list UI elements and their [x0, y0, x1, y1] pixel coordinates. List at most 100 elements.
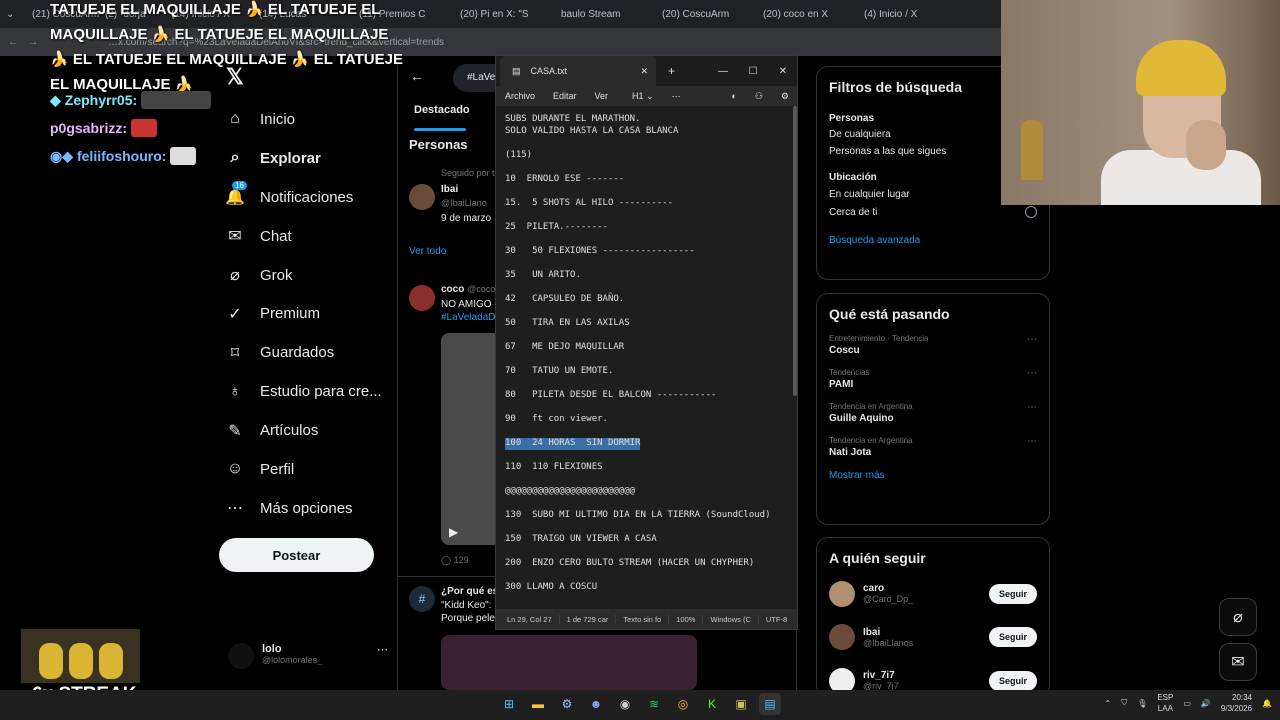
copilot-icon[interactable]: ◐	[731, 91, 736, 101]
notification-icon[interactable]: 🔔	[1262, 699, 1272, 708]
menu-archivo[interactable]: Archivo	[505, 91, 535, 101]
notepad-tab[interactable]: ▤ CASA.txt ✕	[500, 56, 656, 86]
advanced-search-link[interactable]: Búsqueda avanzada	[817, 221, 1049, 256]
follow-button[interactable]: Seguir	[988, 583, 1037, 604]
shield-icon[interactable]: ⛉	[1121, 698, 1127, 708]
volume-icon[interactable]: 🔊	[1201, 699, 1211, 708]
reply-count[interactable]: ◯ 129	[441, 555, 469, 566]
chrome-icon[interactable]: ◎	[672, 693, 694, 715]
forward-icon[interactable]: →	[28, 37, 38, 48]
tab-destacado[interactable]: Destacado	[414, 104, 470, 116]
suggested-user[interactable]: caro @Caro_Dp_ Seguir	[817, 572, 1049, 616]
language-indicator[interactable]: ESP LAA	[1157, 692, 1173, 714]
follow-button[interactable]: Seguir	[988, 670, 1037, 691]
sidebar-item-explorar[interactable]: ⌕ Explorar	[224, 139, 394, 178]
sidebar-item-grok[interactable]: ⌀ Grok	[224, 256, 394, 295]
trend-item[interactable]: Tendencias PAMI ⋯	[817, 362, 1049, 396]
microphone-icon[interactable]: 🎙	[1137, 699, 1147, 708]
sidebar-item-label: Chat	[260, 227, 292, 245]
tweet-hashtag[interactable]: #LaVeladaD	[441, 312, 496, 323]
spotify-icon[interactable]: ≋	[643, 693, 665, 715]
close-tab-icon[interactable]: ✕	[640, 66, 648, 77]
tweet-video[interactable]: ▶	[441, 333, 501, 545]
app-icon[interactable]: ▣	[730, 693, 752, 715]
tab-menu[interactable]: ⌄	[0, 0, 26, 28]
suggested-user[interactable]: Ibai @IbaiLlanos Seguir	[817, 616, 1049, 660]
chat-user: Zephyrr05:	[64, 92, 138, 108]
browser-tab[interactable]: (20) coco en X	[757, 0, 858, 28]
discord-icon[interactable]: ☻	[585, 693, 607, 715]
notepad-icon[interactable]: ▤	[759, 693, 781, 715]
desktop: ⌄ (21) CoscuArm… (2) ·dorja (14) Inicio …	[0, 0, 1280, 720]
show-more-link[interactable]: Mostrar más	[817, 464, 1049, 491]
premium-icon: ✓	[228, 305, 242, 323]
play-icon[interactable]: ▶	[449, 525, 458, 539]
sidebar-item-inicio[interactable]: ⌂ Inicio	[224, 100, 394, 139]
more-icon[interactable]: ⋯	[377, 643, 388, 673]
sidebar-item-premium[interactable]: ✓ Premium	[224, 294, 394, 333]
location-option-near[interactable]: Cerca de ti	[817, 203, 1049, 221]
post-button[interactable]: Postear	[219, 538, 374, 572]
tweet-author[interactable]: coco @coco	[441, 284, 495, 295]
text-line: 90 ft con viewer.	[505, 414, 608, 424]
account-switcher[interactable]: lolo @lolomorales_ ⋯	[228, 643, 388, 673]
new-tab-icon[interactable]: +	[668, 64, 675, 78]
folder-icon[interactable]: ▬	[527, 693, 549, 715]
messages-icon[interactable]: ✉	[1219, 643, 1257, 681]
news-image[interactable]	[441, 635, 697, 690]
settings-icon[interactable]: ⚙	[781, 91, 789, 102]
kick-icon[interactable]: K	[701, 693, 723, 715]
grok-icon[interactable]: ⌀	[1219, 598, 1257, 636]
avatar[interactable]	[409, 285, 435, 311]
news-title[interactable]: ¿Por qué es	[441, 586, 498, 597]
studio-icon: ♁	[229, 382, 241, 400]
maximize-icon[interactable]: ☐	[738, 56, 768, 86]
see-all-link[interactable]: Ver todo	[409, 246, 446, 257]
browser-tab[interactable]: baulo Stream	[555, 0, 656, 28]
steam-icon[interactable]: ⚙	[556, 693, 578, 715]
close-icon[interactable]: ✕	[768, 56, 798, 86]
follow-button[interactable]: Seguir	[988, 627, 1037, 648]
more-icon[interactable]: ⋯	[1027, 402, 1037, 413]
sidebar-item-mas-opciones[interactable]: ⋯ Más opciones	[224, 489, 394, 528]
notepad-text-area[interactable]: SUBS DURANTE EL MARATHON. SOLO VALIDO HA…	[496, 106, 797, 611]
chevron-up-icon[interactable]: ⌃	[1104, 699, 1111, 708]
scrollbar[interactable]	[793, 106, 797, 396]
browser-tab[interactable]: (4) Inicio / X	[858, 0, 924, 28]
account-icon[interactable]: ⚇	[755, 91, 763, 102]
heading-dropdown[interactable]: H1 ⌄	[632, 91, 654, 102]
monitor-icon[interactable]: ▭	[1183, 699, 1191, 708]
more-icon[interactable]: ⋯	[1027, 368, 1037, 379]
avatar[interactable]	[409, 184, 435, 210]
start-icon[interactable]: ⊞	[498, 693, 520, 715]
browser-tab[interactable]: (20) CoscuArm	[656, 0, 757, 28]
back-arrow-icon[interactable]: ←	[410, 68, 424, 84]
sidebar-item-estudio[interactable]: ♁ Estudio para cre...	[224, 372, 394, 411]
person-name[interactable]: Ibai	[441, 184, 458, 195]
sidebar-item-articulos[interactable]: ✎ Artículos	[224, 411, 394, 450]
zoom-level[interactable]: 100%	[669, 614, 704, 624]
menu-ver[interactable]: Ver	[595, 91, 609, 101]
system-tray: ⌃ ⛉ 🎙 ESP LAA ▭ 🔊 20:34 9/3/2026 🔔	[1104, 692, 1272, 714]
obs-icon[interactable]: ◉	[614, 693, 636, 715]
sidebar-item-guardados[interactable]: ⌑ Guardados	[224, 333, 394, 372]
browser-tab[interactable]: (20) Pi en X: "S	[454, 0, 555, 28]
sidebar-item-label: Explorar	[260, 149, 321, 167]
trend-item[interactable]: Tendencia en Argentina Guille Aquino ⋯	[817, 396, 1049, 430]
sidebar-item-notificaciones[interactable]: 🔔 16 Notificaciones	[224, 178, 394, 217]
minimize-icon[interactable]: —	[708, 56, 738, 86]
back-icon[interactable]: ←	[8, 37, 18, 48]
text-line: 300 LLAMO A COSCU	[505, 582, 598, 592]
trend-item[interactable]: Entretenimiento · Tendencia Coscu ⋯	[817, 328, 1049, 362]
more-icon[interactable]: ⋯	[1027, 334, 1037, 345]
more-icon[interactable]: ⋯	[1027, 436, 1037, 447]
trend-item[interactable]: Tendencia en Argentina Nati Jota ⋯	[817, 430, 1049, 464]
taskbar-apps: ⊞ ▬ ⚙ ☻ ◉ ≋ ◎ K ▣ ▤	[498, 693, 781, 715]
text-line: 35 UN ARITO.	[505, 270, 581, 280]
sidebar-item-perfil[interactable]: ☺ Perfil	[224, 450, 394, 489]
sidebar-item-chat[interactable]: ✉ Chat	[224, 217, 394, 256]
clock[interactable]: 20:34 9/3/2026	[1221, 692, 1252, 714]
menu-editar[interactable]: Editar	[553, 91, 577, 101]
more-icon[interactable]: ⋯	[672, 91, 681, 102]
radio-icon[interactable]	[1025, 206, 1037, 218]
